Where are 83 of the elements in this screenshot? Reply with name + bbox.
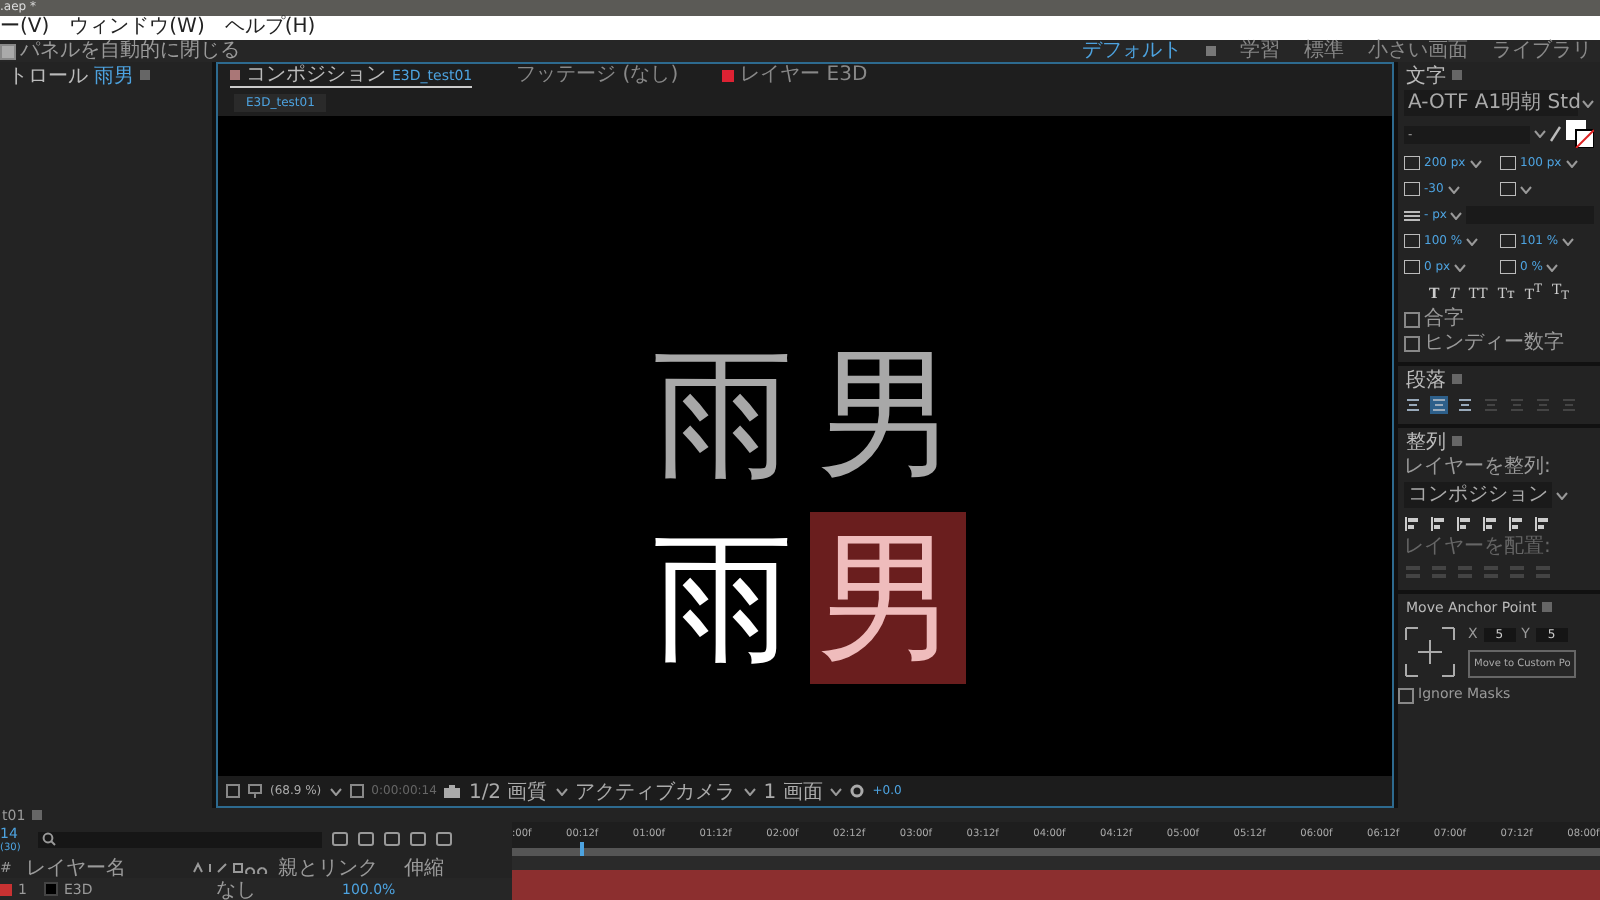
panel-title[interactable]: 整列: [1406, 427, 1446, 455]
checkbox-label: 合字: [1424, 308, 1464, 330]
workspace-tab[interactable]: デフォルト: [1082, 40, 1182, 62]
chevron-down-icon[interactable]: [1447, 185, 1460, 193]
camera-icon[interactable]: [444, 784, 461, 798]
align-icon[interactable]: [1508, 515, 1526, 531]
distribute-icon: [1456, 563, 1474, 579]
chevron-down-icon[interactable]: [329, 787, 342, 795]
text-glyph: 男: [815, 330, 959, 500]
panel-tab[interactable]: レイヤー E3D: [722, 64, 868, 88]
search-icon: [42, 832, 56, 846]
stroke-width-icon: [1404, 209, 1420, 221]
font-family-dropdown[interactable]: A-OTF A1明朝 Std: [1404, 90, 1578, 116]
align-icon[interactable]: [1482, 515, 1500, 531]
label-color[interactable]: [0, 883, 12, 895]
chevron-down-icon[interactable]: [1520, 185, 1532, 193]
parent-dropdown[interactable]: なし: [216, 875, 336, 900]
chevron-down-icon[interactable]: [1556, 491, 1568, 499]
distribute-label: レイヤーを配置:: [1402, 536, 1553, 558]
workspace-tab[interactable]: ライブラリ: [1492, 40, 1592, 62]
column-header: 伸縮: [404, 855, 444, 881]
panel-title[interactable]: 文字: [1406, 62, 1446, 89]
gear-icon[interactable]: [850, 784, 865, 798]
checkbox[interactable]: [1398, 687, 1414, 703]
chevron-down-icon[interactable]: [1534, 130, 1546, 138]
paragraph-align-icon[interactable]: [1430, 396, 1448, 414]
menu-icon[interactable]: [1542, 602, 1553, 612]
anchor-grid-drawing[interactable]: [1404, 626, 1456, 678]
search-field[interactable]: [38, 831, 322, 847]
workspace-tab[interactable]: 小さい画面: [1368, 40, 1468, 62]
checkbox[interactable]: [0, 43, 16, 59]
align-to-dropdown[interactable]: コンポジション: [1404, 482, 1552, 508]
view-layout-dropdown[interactable]: 1 画面: [763, 777, 823, 805]
align-icon[interactable]: [1534, 515, 1552, 531]
layer-switches-icon: [192, 861, 272, 873]
text-glyph: 雨: [651, 330, 795, 500]
playhead[interactable]: [580, 842, 585, 856]
chevron-down-icon[interactable]: [1562, 237, 1575, 245]
column-header: 親とリンク: [278, 855, 380, 881]
menu-item[interactable]: ウィンドウ(W): [69, 16, 205, 40]
chevron-down-icon[interactable]: [1565, 159, 1578, 167]
layer-name: 雨男: [94, 63, 134, 89]
workspace-tab[interactable]: 学習: [1240, 40, 1280, 62]
chevron-down-icon[interactable]: [1582, 99, 1594, 107]
align-icon[interactable]: [1430, 515, 1448, 531]
panel-tab[interactable]: フッテージ (なし): [516, 64, 679, 88]
text-glyph: 雨: [651, 514, 795, 684]
distribute-icon: [1482, 563, 1500, 579]
checkbox-label: パネルを自動的に閉じる: [20, 40, 240, 62]
panel-title[interactable]: 段落: [1406, 365, 1446, 393]
menu-item[interactable]: ヘルプ(H): [224, 16, 316, 40]
distribute-icon: [1534, 563, 1552, 579]
distribute-icon: [1404, 563, 1422, 579]
panel-title[interactable]: トロール: [8, 62, 88, 89]
align-icon[interactable]: [1404, 515, 1422, 531]
distribute-icon: [1508, 563, 1526, 579]
monitor-icon[interactable]: [248, 784, 262, 798]
layer-thumbnail: [44, 882, 58, 896]
resolution-dropdown[interactable]: 1/2 画質: [468, 777, 548, 805]
paragraph-align-icon[interactable]: [1404, 396, 1422, 414]
chevron-down-icon[interactable]: [1466, 237, 1479, 245]
paragraph-align-icon[interactable]: [1456, 396, 1474, 414]
chevron-down-icon[interactable]: [1454, 263, 1467, 271]
checkbox[interactable]: [1404, 311, 1420, 327]
checkbox[interactable]: [1404, 335, 1420, 351]
chevron-down-icon[interactable]: [1469, 159, 1482, 167]
chevron-down-icon[interactable]: [555, 787, 568, 795]
camera-dropdown[interactable]: アクティブカメラ: [575, 777, 736, 805]
chevron-down-icon[interactable]: [1450, 211, 1463, 219]
chevron-down-icon[interactable]: [743, 787, 756, 795]
chevron-down-icon[interactable]: [1546, 263, 1559, 271]
menu-item[interactable]: ー(V): [0, 16, 50, 40]
menu-icon[interactable]: [31, 810, 42, 820]
chevron-down-icon[interactable]: [830, 787, 843, 795]
text-glyph: 男: [809, 512, 965, 684]
checkbox-label: ヒンディー数字: [1424, 332, 1564, 354]
workspace-tab[interactable]: 標準: [1304, 40, 1344, 62]
distribute-icon: [1430, 563, 1448, 579]
align-icon[interactable]: [1456, 515, 1474, 531]
eyedropper-icon[interactable]: [1550, 126, 1562, 142]
color-swatch-drawing[interactable]: [1566, 120, 1594, 148]
column-header: レイヤー名: [26, 855, 128, 881]
align-to-label: レイヤーを整列:: [1404, 456, 1551, 478]
